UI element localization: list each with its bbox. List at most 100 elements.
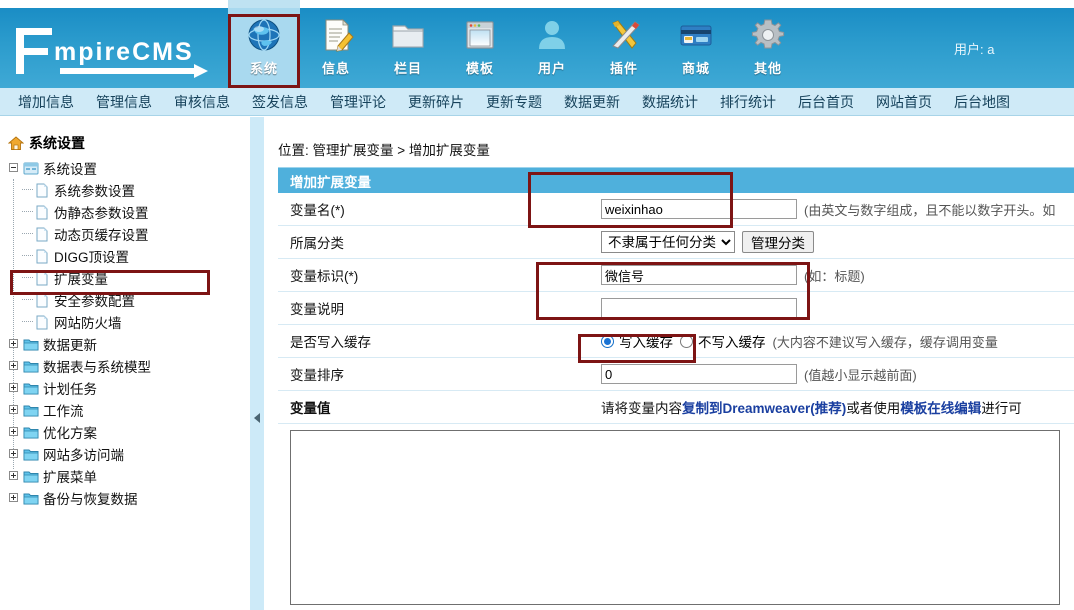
document-pencil-icon <box>325 19 354 52</box>
note-prefix: 请将变量内容 <box>601 401 682 416</box>
tree-item-tables-models[interactable]: 数据表与系统模型 <box>8 355 248 377</box>
dreamweaver-link[interactable]: 复制到Dreamweaver(推荐) <box>682 401 846 416</box>
minus-icon[interactable] <box>8 162 21 175</box>
label-variable-name: 变量名(*) <box>290 203 345 218</box>
subnav-item-2[interactable]: 审核信息 <box>174 92 230 112</box>
subnav-item-0[interactable]: 增加信息 <box>18 92 74 112</box>
tree-item-dynamic-cache[interactable]: 动态页缓存设置 <box>8 223 248 245</box>
row-variable-value: 变量值 请将变量内容复制到Dreamweaver(推荐)或者使用模板在线编辑进行… <box>278 391 1074 424</box>
subnav-item-6[interactable]: 更新专题 <box>486 92 542 112</box>
hint-variable-name: (由英文与数字组成，且不能以数字开头。如 <box>804 202 1056 218</box>
tree-item-multi-access[interactable]: 网站多访问端 <box>8 443 248 465</box>
cache-yes-option[interactable]: 写入缓存 <box>601 331 673 351</box>
plus-icon[interactable] <box>8 448 21 461</box>
manage-category-button[interactable]: 管理分类 <box>742 231 814 253</box>
nav-item-user[interactable]: 用户 <box>516 8 588 88</box>
tree-item-firewall[interactable]: 网站防火墙 <box>8 311 248 333</box>
plus-icon[interactable] <box>8 426 21 439</box>
tree-label: 安全参数配置 <box>54 294 135 309</box>
folder-icon <box>23 361 39 372</box>
subnav-item-9[interactable]: 排行统计 <box>720 92 776 112</box>
sidebar-item-extended-variables[interactable]: 扩展变量 <box>8 267 248 289</box>
tree-item-security-params[interactable]: 安全参数配置 <box>8 289 248 311</box>
nav-item-column[interactable]: 栏目 <box>372 8 444 88</box>
svg-text:mpireCMS: mpireCMS <box>54 38 194 66</box>
tree-connector <box>22 211 33 213</box>
tree-item-workflow[interactable]: 工作流 <box>8 399 248 421</box>
user-info-text: 用户: a <box>954 42 995 57</box>
subnav-item-4[interactable]: 管理评论 <box>330 92 386 112</box>
sidebar-splitter[interactable] <box>249 117 265 610</box>
row-variable-textarea <box>278 424 1074 608</box>
row-sort: 变量排序 (值越小显示越前面) <box>278 358 1074 391</box>
label-variable-label: 变量标识(*) <box>290 269 359 284</box>
nav-label-shop: 商城 <box>681 61 710 76</box>
nav-item-system[interactable]: 系统 <box>228 8 300 88</box>
tree-label: 数据表与系统模型 <box>43 360 151 375</box>
nav-label-template: 模板 <box>465 61 494 76</box>
nav-label-user: 用户 <box>537 61 566 76</box>
subnav-item-1[interactable]: 管理信息 <box>96 92 152 112</box>
subnav-item-11[interactable]: 网站首页 <box>876 92 932 112</box>
subnav-item-8[interactable]: 数据统计 <box>642 92 698 112</box>
plus-icon[interactable] <box>8 470 21 483</box>
tree-label: 扩展菜单 <box>43 470 97 485</box>
tree-label: 系统设置 <box>43 162 97 177</box>
row-category: 所属分类 不隶属于任何分类 管理分类 <box>278 226 1074 259</box>
window-icon <box>466 21 494 49</box>
nav-item-shop[interactable]: 商城 <box>660 8 732 88</box>
nav-label-plugin: 插件 <box>609 61 638 76</box>
tree-item-data-update[interactable]: 数据更新 <box>8 333 248 355</box>
plus-icon[interactable] <box>8 492 21 505</box>
tree-item-system-settings[interactable]: 系统设置 <box>8 157 248 179</box>
label-variable-desc: 变量说明 <box>290 302 344 317</box>
panel-title: 增加扩展变量 <box>278 167 1074 193</box>
variable-label-input[interactable] <box>601 265 797 285</box>
tree-item-extended-menu[interactable]: 扩展菜单 <box>8 465 248 487</box>
category-select[interactable]: 不隶属于任何分类 <box>601 231 735 253</box>
folder-icon <box>23 427 39 438</box>
tree-item-rewrite-params[interactable]: 伪静态参数设置 <box>8 201 248 223</box>
template-online-edit-link[interactable]: 模板在线编辑 <box>900 401 981 416</box>
subnav-item-3[interactable]: 签发信息 <box>252 92 308 112</box>
variable-desc-input[interactable] <box>601 298 797 318</box>
nav-item-plugin[interactable]: 插件 <box>588 8 660 88</box>
plus-icon[interactable] <box>8 382 21 395</box>
label-cache-no: 不写入缓存 <box>698 335 766 350</box>
tree-label: 伪静态参数设置 <box>54 206 149 221</box>
plus-icon[interactable] <box>8 338 21 351</box>
tree-item-backup-restore[interactable]: 备份与恢复数据 <box>8 487 248 509</box>
plus-icon[interactable] <box>8 360 21 373</box>
tree-item-system-params[interactable]: 系统参数设置 <box>8 179 248 201</box>
collapse-arrow-icon[interactable] <box>254 413 260 423</box>
variable-value-textarea[interactable] <box>290 430 1060 605</box>
cache-no-option[interactable]: 不写入缓存 <box>680 331 766 351</box>
tree-label: 数据更新 <box>43 338 97 353</box>
tree-item-optimization[interactable]: 优化方案 <box>8 421 248 443</box>
nav-item-other[interactable]: 其他 <box>732 8 804 88</box>
subnav-item-5[interactable]: 更新碎片 <box>408 92 464 112</box>
radio-cache-yes[interactable] <box>601 334 614 348</box>
subnav-item-7[interactable]: 数据更新 <box>564 92 620 112</box>
folder-icon <box>23 493 39 504</box>
nav-item-info[interactable]: 信息 <box>300 8 372 88</box>
label-cache: 是否写入缓存 <box>290 335 371 350</box>
radio-cache-no[interactable] <box>680 334 693 348</box>
tools-icon <box>612 20 640 49</box>
panel-icon <box>23 162 39 174</box>
subnav-item-12[interactable]: 后台地图 <box>954 92 1010 112</box>
row-variable-desc: 变量说明 <box>278 292 1074 325</box>
folder-icon <box>23 339 39 350</box>
tree-item-digg[interactable]: DIGG顶设置 <box>8 245 248 267</box>
tree-item-scheduled-tasks[interactable]: 计划任务 <box>8 377 248 399</box>
page-icon <box>36 315 48 329</box>
body-layout: 系统设置 系统设置 系统参数设置 伪静态参数设置 动态页缓存设置 DIGG顶设置… <box>0 117 1074 610</box>
plus-icon[interactable] <box>8 404 21 417</box>
tree-label: 网站多访问端 <box>43 448 124 463</box>
label-sort: 变量排序 <box>290 368 344 383</box>
tree-label: 网站防火墙 <box>54 316 122 331</box>
subnav-item-10[interactable]: 后台首页 <box>798 92 854 112</box>
variable-name-input[interactable] <box>601 199 797 219</box>
sort-input[interactable] <box>601 364 797 384</box>
nav-item-template[interactable]: 模板 <box>444 8 516 88</box>
